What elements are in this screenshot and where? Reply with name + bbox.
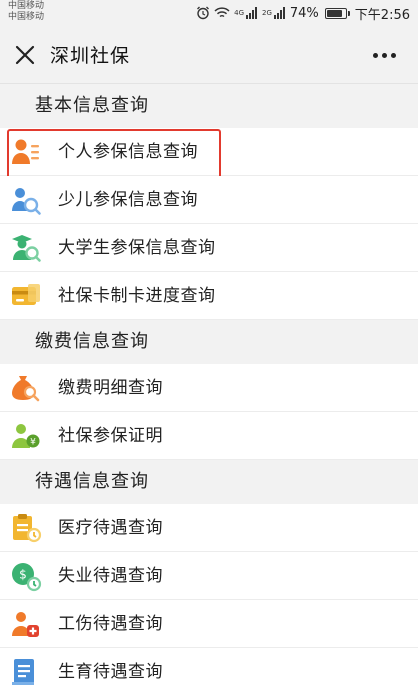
menu-item-unemployment-benefit[interactable]: $ 失业待遇查询 [0, 552, 418, 600]
menu-item-label: 失业待遇查询 [58, 566, 163, 586]
menu-item-label: 大学生参保信息查询 [58, 238, 216, 258]
menu-item-child-insurance[interactable]: 少儿参保信息查询 [0, 176, 418, 224]
carrier-2: 中国移动 [8, 12, 45, 22]
carrier-info: 中国移动 中国移动 [8, 1, 44, 23]
status-bar: 中国移动 中国移动 4G 2G 74% 下午2:56 [0, 0, 418, 26]
more-options-button[interactable] [368, 40, 400, 70]
injury-person-icon [12, 612, 39, 637]
close-icon [15, 45, 35, 65]
menu-item-payment-details[interactable]: 缴费明细查询 [0, 364, 418, 412]
menu-list: 基本信息查询 个人参保信息查询 少儿参保信息查询 大学生参保信息查询 社保卡制卡… [0, 84, 418, 696]
more-dot [390, 52, 396, 58]
menu-item-insurance-certificate[interactable]: ¥ 社保参保证明 [0, 412, 418, 460]
more-dot [372, 52, 378, 58]
child-search-icon [12, 188, 41, 215]
graduate-search-icon [12, 235, 41, 262]
carrier-1: 中国移动 [8, 1, 45, 11]
menu-item-label: 医疗待遇查询 [58, 518, 163, 538]
medical-clipboard-icon [13, 514, 42, 543]
menu-item-label: 个人参保信息查询 [58, 142, 198, 162]
alarm-clock-icon [197, 6, 210, 20]
wifi-icon [214, 7, 230, 18]
title-bar: 深圳社保 [0, 26, 418, 84]
signal-strength-icon-2 [273, 7, 285, 19]
battery-icon [324, 7, 350, 19]
menu-item-label: 缴费明细查询 [58, 378, 163, 398]
more-dot [381, 52, 387, 58]
person-certificate-icon: ¥ [12, 424, 40, 448]
battery-fill [326, 9, 342, 17]
money-bag-search-icon [12, 376, 40, 402]
maternity-document-icon [12, 659, 34, 685]
menu-item-label: 少儿参保信息查询 [58, 190, 198, 210]
menu-item-label: 工伤待遇查询 [58, 614, 163, 634]
svg-text:$: $ [19, 568, 27, 582]
menu-item-personal-insurance[interactable]: 个人参保信息查询 [0, 128, 418, 179]
status-icons: 4G 2G 74% 下午2:56 [196, 4, 410, 23]
menu-item-medical-benefit[interactable]: 医疗待遇查询 [0, 504, 418, 552]
card-icon [12, 284, 40, 305]
network-type-1: 4G [234, 9, 244, 17]
menu-item-label: 社保卡制卡进度查询 [58, 286, 216, 306]
menu-item-student-insurance[interactable]: 大学生参保信息查询 [0, 224, 418, 272]
section-header-payment-info: 缴费信息查询 [0, 320, 418, 364]
clock-time: 下午2:56 [354, 7, 410, 23]
person-id-card-icon [12, 139, 39, 164]
signal-strength-icon-1 [246, 7, 257, 19]
menu-item-label: 社保参保证明 [58, 426, 163, 446]
battery-percent: 74% [289, 5, 319, 21]
unemployment-coin-icon: $ [12, 563, 42, 592]
svg-text:¥: ¥ [30, 438, 36, 448]
section-header-basic-info: 基本信息查询 [0, 84, 418, 128]
menu-item-maternity-benefit[interactable]: 生育待遇查询 [0, 648, 418, 696]
menu-item-label: 生育待遇查询 [58, 662, 163, 682]
section-header-benefit-info: 待遇信息查询 [0, 460, 418, 504]
menu-item-injury-benefit[interactable]: 工伤待遇查询 [0, 600, 418, 648]
menu-item-card-progress[interactable]: 社保卡制卡进度查询 [0, 272, 418, 320]
page-title: 深圳社保 [50, 45, 131, 67]
network-type-2: 2G [262, 9, 272, 17]
close-button[interactable] [10, 40, 40, 70]
